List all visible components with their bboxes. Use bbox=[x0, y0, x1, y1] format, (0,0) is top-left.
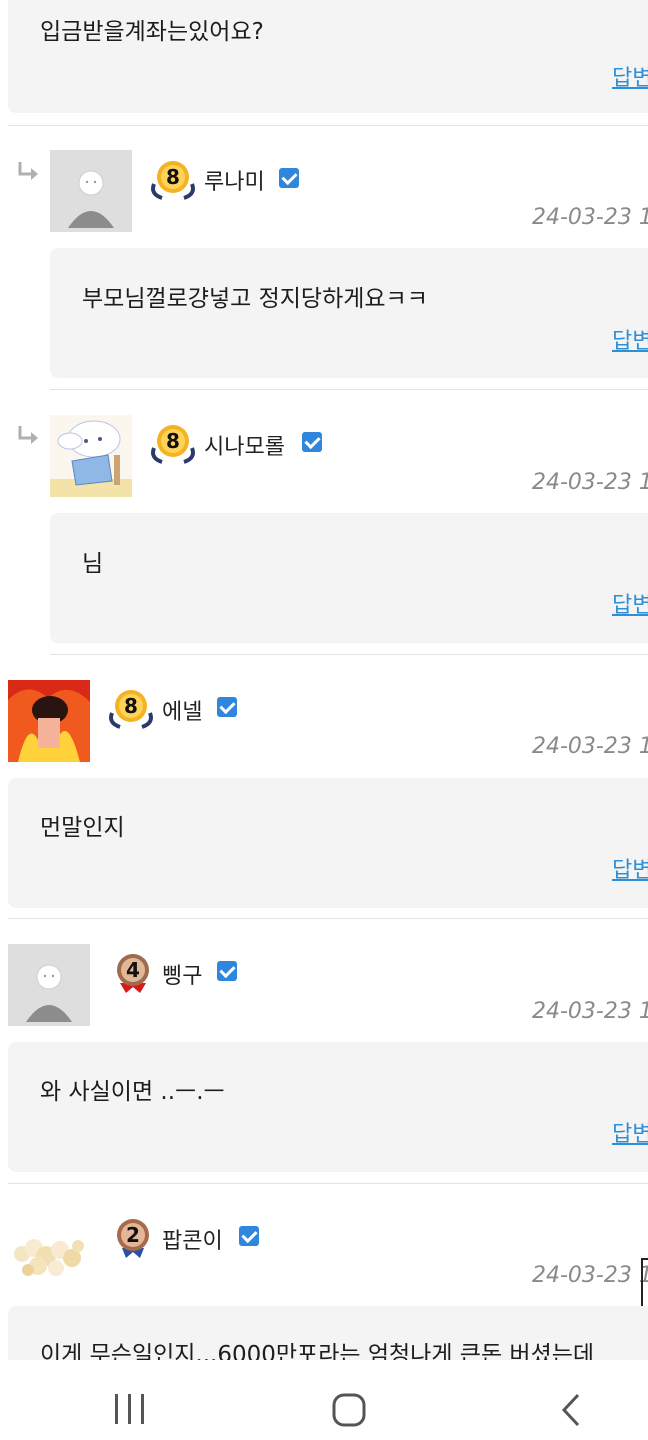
avatar[interactable] bbox=[8, 1208, 90, 1290]
reply-link[interactable]: 답변 bbox=[612, 1116, 648, 1148]
level-badge-icon: 8 bbox=[109, 690, 153, 729]
verified-check-icon bbox=[239, 1226, 259, 1246]
nickname[interactable]: 에넬 bbox=[162, 694, 202, 726]
level-number: 8 bbox=[124, 694, 138, 718]
nickname[interactable]: 시나모롤 bbox=[204, 429, 285, 461]
comment-text: 와 사실이면 ..ㅡ.ㅡ bbox=[40, 1079, 225, 1105]
comment-text: 입금받을계좌는있어요? bbox=[40, 19, 264, 45]
divider bbox=[8, 918, 648, 919]
comment-date: 24-03-23 1 bbox=[532, 1263, 648, 1288]
home-icon[interactable] bbox=[331, 1392, 367, 1428]
back-icon[interactable] bbox=[558, 1392, 584, 1428]
comment-bubble bbox=[8, 1042, 648, 1172]
comment-date: 24-03-23 1 bbox=[532, 734, 648, 759]
comment-text: 부모님껄로걍넣고 정지당하게요ㅋㅋ bbox=[82, 286, 428, 312]
reply-link[interactable]: 답변 bbox=[612, 852, 648, 884]
reply-link[interactable]: 답변 bbox=[612, 60, 648, 92]
avatar[interactable] bbox=[50, 150, 132, 232]
comment-date: 24-03-23 1 bbox=[532, 999, 648, 1024]
divider bbox=[8, 125, 648, 126]
reply-arrow-icon bbox=[18, 426, 38, 444]
comment-bubble bbox=[8, 778, 648, 908]
comment-bubble bbox=[50, 513, 648, 643]
level-number: 4 bbox=[126, 958, 140, 982]
avatar[interactable] bbox=[8, 944, 90, 1026]
level-number: 8 bbox=[166, 429, 180, 453]
reply-arrow-icon bbox=[18, 162, 38, 180]
avatar[interactable] bbox=[8, 680, 90, 762]
nickname[interactable]: 루나미 bbox=[204, 164, 265, 196]
reply-link[interactable]: 답변 bbox=[612, 323, 648, 355]
divider bbox=[50, 654, 648, 655]
system-navigation-bar bbox=[0, 1360, 648, 1440]
level-number: 8 bbox=[166, 165, 180, 189]
level-badge-icon: 8 bbox=[151, 161, 195, 200]
comment-date: 24-03-23 1 bbox=[532, 205, 648, 230]
level-number: 2 bbox=[126, 1223, 140, 1247]
divider bbox=[8, 1183, 648, 1184]
level-badge-icon: 8 bbox=[151, 425, 195, 464]
nickname[interactable]: 삥구 bbox=[162, 958, 202, 990]
verified-check-icon bbox=[279, 168, 299, 188]
avatar[interactable] bbox=[50, 415, 132, 497]
nickname[interactable]: 팝콘이 bbox=[162, 1223, 223, 1255]
verified-check-icon bbox=[217, 697, 237, 717]
verified-check-icon bbox=[217, 961, 237, 981]
comment-date: 24-03-23 1 bbox=[532, 470, 648, 495]
reply-link[interactable]: 답변 bbox=[612, 587, 648, 619]
level-badge-icon: 4 bbox=[117, 954, 149, 993]
level-badge-icon: 2 bbox=[117, 1219, 149, 1258]
comment-text: 먼말인지 bbox=[40, 815, 125, 841]
recent-apps-icon[interactable] bbox=[110, 1392, 150, 1426]
comment-bubble bbox=[50, 248, 648, 378]
comment-text: 님 bbox=[82, 551, 104, 577]
verified-check-icon bbox=[302, 432, 322, 452]
divider bbox=[50, 389, 648, 390]
